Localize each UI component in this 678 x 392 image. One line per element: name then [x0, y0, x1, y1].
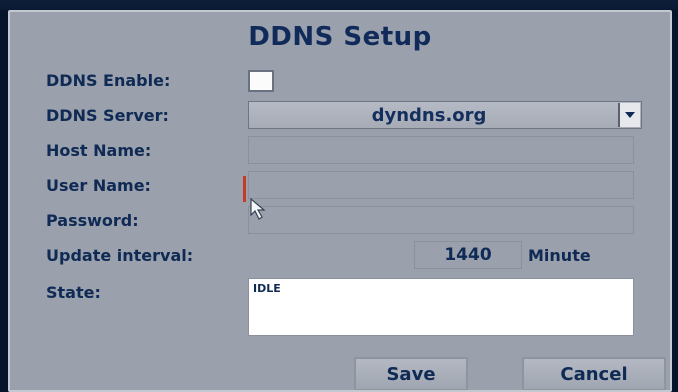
- screen-top-strip: [0, 0, 678, 10]
- host-name-field[interactable]: [248, 136, 634, 164]
- password-label: Password:: [46, 211, 139, 230]
- password-field[interactable]: [248, 206, 634, 234]
- mouse-pointer-icon-glyph: [250, 197, 266, 220]
- state-label: State:: [46, 283, 101, 302]
- cancel-button[interactable]: Cancel: [522, 357, 666, 390]
- ddns-enable-label: DDNS Enable:: [46, 71, 171, 90]
- update-interval-label: Update interval:: [46, 246, 194, 265]
- text-cursor: [243, 176, 246, 202]
- host-name-label: Host Name:: [46, 141, 152, 160]
- state-display: IDLE: [248, 278, 634, 336]
- ddns-setup-dialog: DDNS Setup DDNS Enable: DDNS Server: dyn…: [8, 10, 672, 392]
- save-button[interactable]: Save: [354, 357, 468, 390]
- ddns-server-select[interactable]: dyndns.org: [248, 101, 642, 129]
- chevron-down-icon[interactable]: [618, 103, 640, 127]
- ddns-server-label: DDNS Server:: [46, 106, 169, 125]
- ddns-server-value: dyndns.org: [371, 104, 487, 126]
- update-interval-unit: Minute: [528, 246, 591, 265]
- user-name-label: User Name:: [46, 176, 151, 195]
- user-name-field[interactable]: [248, 171, 634, 199]
- dialog-title: DDNS Setup: [248, 22, 432, 52]
- chevron-down-icon-glyph: [625, 112, 635, 118]
- ddns-enable-checkbox[interactable]: [248, 70, 274, 92]
- update-interval-field[interactable]: 1440: [414, 241, 522, 269]
- mouse-pointer-icon: [250, 197, 270, 224]
